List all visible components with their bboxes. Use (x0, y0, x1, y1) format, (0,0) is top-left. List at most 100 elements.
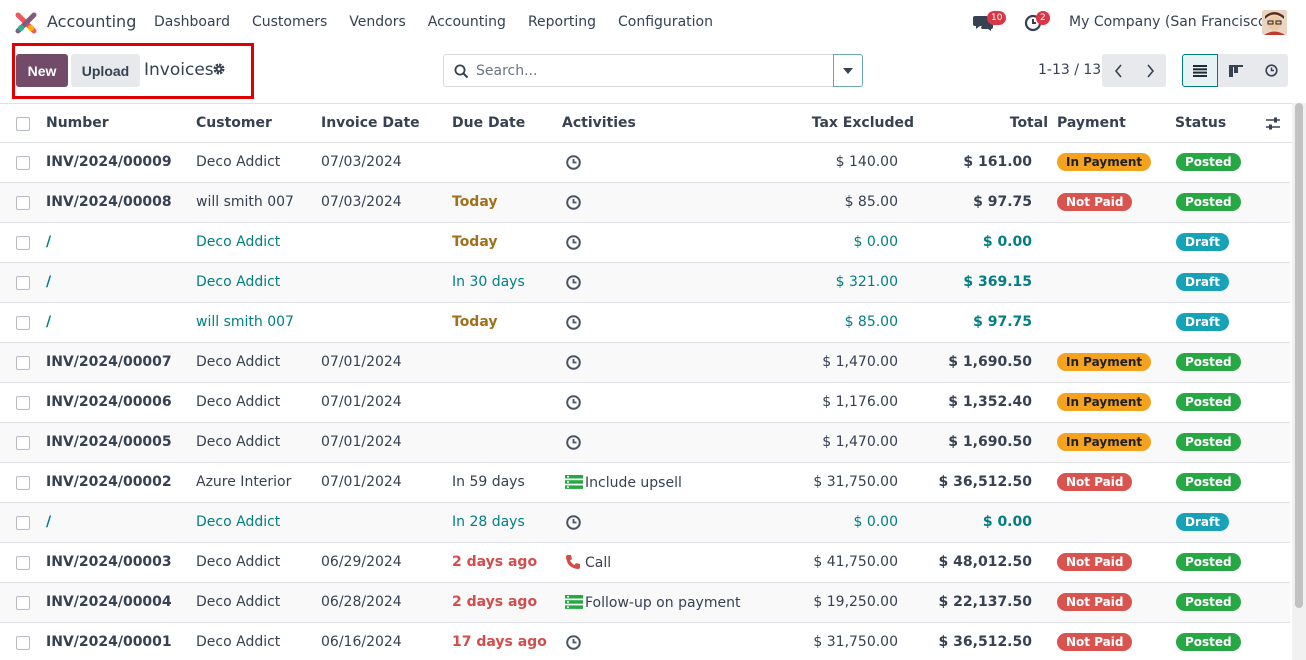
clock-icon[interactable] (565, 314, 582, 331)
scrollbar-thumb[interactable] (1295, 103, 1303, 608)
activity-cell[interactable]: Follow-up on payment (565, 594, 740, 611)
row-checkbox[interactable] (16, 596, 30, 610)
select-all-checkbox[interactable] (16, 117, 30, 131)
optional-columns-icon[interactable] (1265, 116, 1281, 132)
table-row[interactable]: / Deco Addict In 28 days $ 0.00 $ 0.00 Draft (0, 503, 1290, 543)
tax-excluded-amount: $ 31,750.00 (813, 634, 898, 650)
header-number[interactable]: Number (46, 115, 109, 131)
list-view-button[interactable] (1182, 54, 1218, 87)
row-checkbox[interactable] (16, 236, 30, 250)
menu-configuration[interactable]: Configuration (618, 14, 713, 30)
table-row[interactable]: / will smith 007 Today $ 85.00 $ 97.75 Draft (0, 303, 1290, 343)
activity-cell[interactable] (565, 154, 585, 171)
header-tax-excluded[interactable]: Tax Excluded (812, 115, 914, 131)
due-date: 2 days ago (452, 554, 538, 570)
clock-icon[interactable] (565, 194, 582, 211)
invoice-number[interactable]: INV/2024/00006 (46, 394, 172, 410)
table-row[interactable]: INV/2024/00007 Deco Addict 07/01/2024 $ 1,4… (0, 343, 1290, 383)
invoice-number[interactable]: / (46, 314, 51, 330)
table-row[interactable]: INV/2024/00005 Deco Addict 07/01/2024 $ 1,4… (0, 423, 1290, 463)
table-row[interactable]: INV/2024/00006 Deco Addict 07/01/2024 $ 1,1… (0, 383, 1290, 423)
activity-cell[interactable] (565, 234, 585, 251)
clock-icon[interactable] (565, 394, 582, 411)
table-row[interactable]: / Deco Addict Today $ 0.00 $ 0.00 Draft (0, 223, 1290, 263)
header-due-date[interactable]: Due Date (452, 115, 525, 131)
clock-icon[interactable] (565, 274, 582, 291)
activity-cell[interactable] (565, 434, 585, 451)
table-row[interactable]: INV/2024/00002 Azure Interior 07/01/2024 In… (0, 463, 1290, 503)
clock-icon[interactable] (565, 154, 582, 171)
pager-value[interactable]: 1-13 / 13 (1038, 62, 1101, 78)
row-checkbox[interactable] (16, 196, 30, 210)
search-input[interactable] (476, 61, 826, 81)
pager-next-button[interactable] (1134, 54, 1166, 87)
pager-previous-button[interactable] (1102, 54, 1134, 87)
invoice-number[interactable]: INV/2024/00009 (46, 154, 172, 170)
customer-name: Deco Addict (196, 154, 281, 170)
invoice-number[interactable]: INV/2024/00007 (46, 354, 172, 370)
row-checkbox[interactable] (16, 316, 30, 330)
menu-reporting[interactable]: Reporting (528, 14, 596, 30)
row-checkbox[interactable] (16, 356, 30, 370)
customer-name: Deco Addict (196, 394, 281, 410)
company-switcher[interactable]: My Company (San Francisco) (1069, 14, 1272, 30)
header-invoice-date[interactable]: Invoice Date (321, 115, 420, 131)
todo-icon[interactable] (565, 594, 583, 611)
activities-count-badge: 2 (1036, 11, 1050, 25)
table-row[interactable]: INV/2024/00003 Deco Addict 06/29/2024 2 day… (0, 543, 1290, 583)
search-options-toggle[interactable] (833, 54, 863, 87)
invoice-number[interactable]: / (46, 234, 51, 250)
invoice-number[interactable]: INV/2024/00003 (46, 554, 172, 570)
invoice-number[interactable]: INV/2024/00004 (46, 594, 172, 610)
activity-cell[interactable] (565, 274, 585, 291)
todo-icon[interactable] (565, 474, 583, 491)
row-checkbox[interactable] (16, 556, 30, 570)
activity-cell[interactable]: Call (565, 554, 611, 571)
row-checkbox[interactable] (16, 516, 30, 530)
menu-vendors[interactable]: Vendors (349, 14, 405, 30)
app-name[interactable]: Accounting (47, 12, 136, 31)
activity-cell[interactable] (565, 634, 585, 651)
clock-icon[interactable] (565, 434, 582, 451)
row-checkbox[interactable] (16, 156, 30, 170)
table-row[interactable]: INV/2024/00001 Deco Addict 06/16/2024 17 da… (0, 623, 1290, 660)
header-payment[interactable]: Payment (1057, 115, 1126, 131)
phone-icon[interactable] (565, 554, 582, 571)
table-row[interactable]: INV/2024/00009 Deco Addict 07/03/2024 $ 140… (0, 143, 1290, 183)
invoice-number[interactable]: INV/2024/00008 (46, 194, 172, 210)
table-row[interactable]: INV/2024/00008 will smith 007 07/03/2024 To… (0, 183, 1290, 223)
activity-cell[interactable] (565, 194, 585, 211)
clock-icon[interactable] (565, 514, 582, 531)
header-customer[interactable]: Customer (196, 115, 272, 131)
table-row[interactable]: / Deco Addict In 30 days $ 321.00 $ 369.15 Dr… (0, 263, 1290, 303)
table-row[interactable]: INV/2024/00004 Deco Addict 06/28/2024 2 day… (0, 583, 1290, 623)
header-activities[interactable]: Activities (562, 115, 636, 131)
clock-icon[interactable] (565, 354, 582, 371)
row-checkbox[interactable] (16, 276, 30, 290)
row-checkbox[interactable] (16, 636, 30, 650)
header-total[interactable]: Total (1010, 115, 1048, 131)
row-checkbox[interactable] (16, 476, 30, 490)
kanban-view-button[interactable] (1218, 54, 1254, 87)
activity-cell[interactable] (565, 314, 585, 331)
user-avatar[interactable] (1262, 10, 1287, 35)
invoice-number[interactable]: INV/2024/00001 (46, 634, 172, 650)
clock-icon[interactable] (565, 634, 582, 651)
clock-icon[interactable] (565, 234, 582, 251)
activity-cell[interactable] (565, 394, 585, 411)
activity-cell[interactable] (565, 354, 585, 371)
menu-customers[interactable]: Customers (252, 14, 327, 30)
invoice-number[interactable]: INV/2024/00002 (46, 474, 172, 490)
accounting-app-icon[interactable] (15, 12, 37, 34)
row-checkbox[interactable] (16, 436, 30, 450)
menu-dashboard[interactable]: Dashboard (154, 14, 230, 30)
invoice-number[interactable]: / (46, 514, 51, 530)
invoice-number[interactable]: INV/2024/00005 (46, 434, 172, 450)
menu-accounting[interactable]: Accounting (428, 14, 506, 30)
row-checkbox[interactable] (16, 396, 30, 410)
header-status[interactable]: Status (1175, 115, 1226, 131)
invoice-number[interactable]: / (46, 274, 51, 290)
activity-cell[interactable]: Include upsell (565, 474, 682, 491)
activity-cell[interactable] (565, 514, 585, 531)
activity-view-button[interactable] (1254, 54, 1288, 87)
